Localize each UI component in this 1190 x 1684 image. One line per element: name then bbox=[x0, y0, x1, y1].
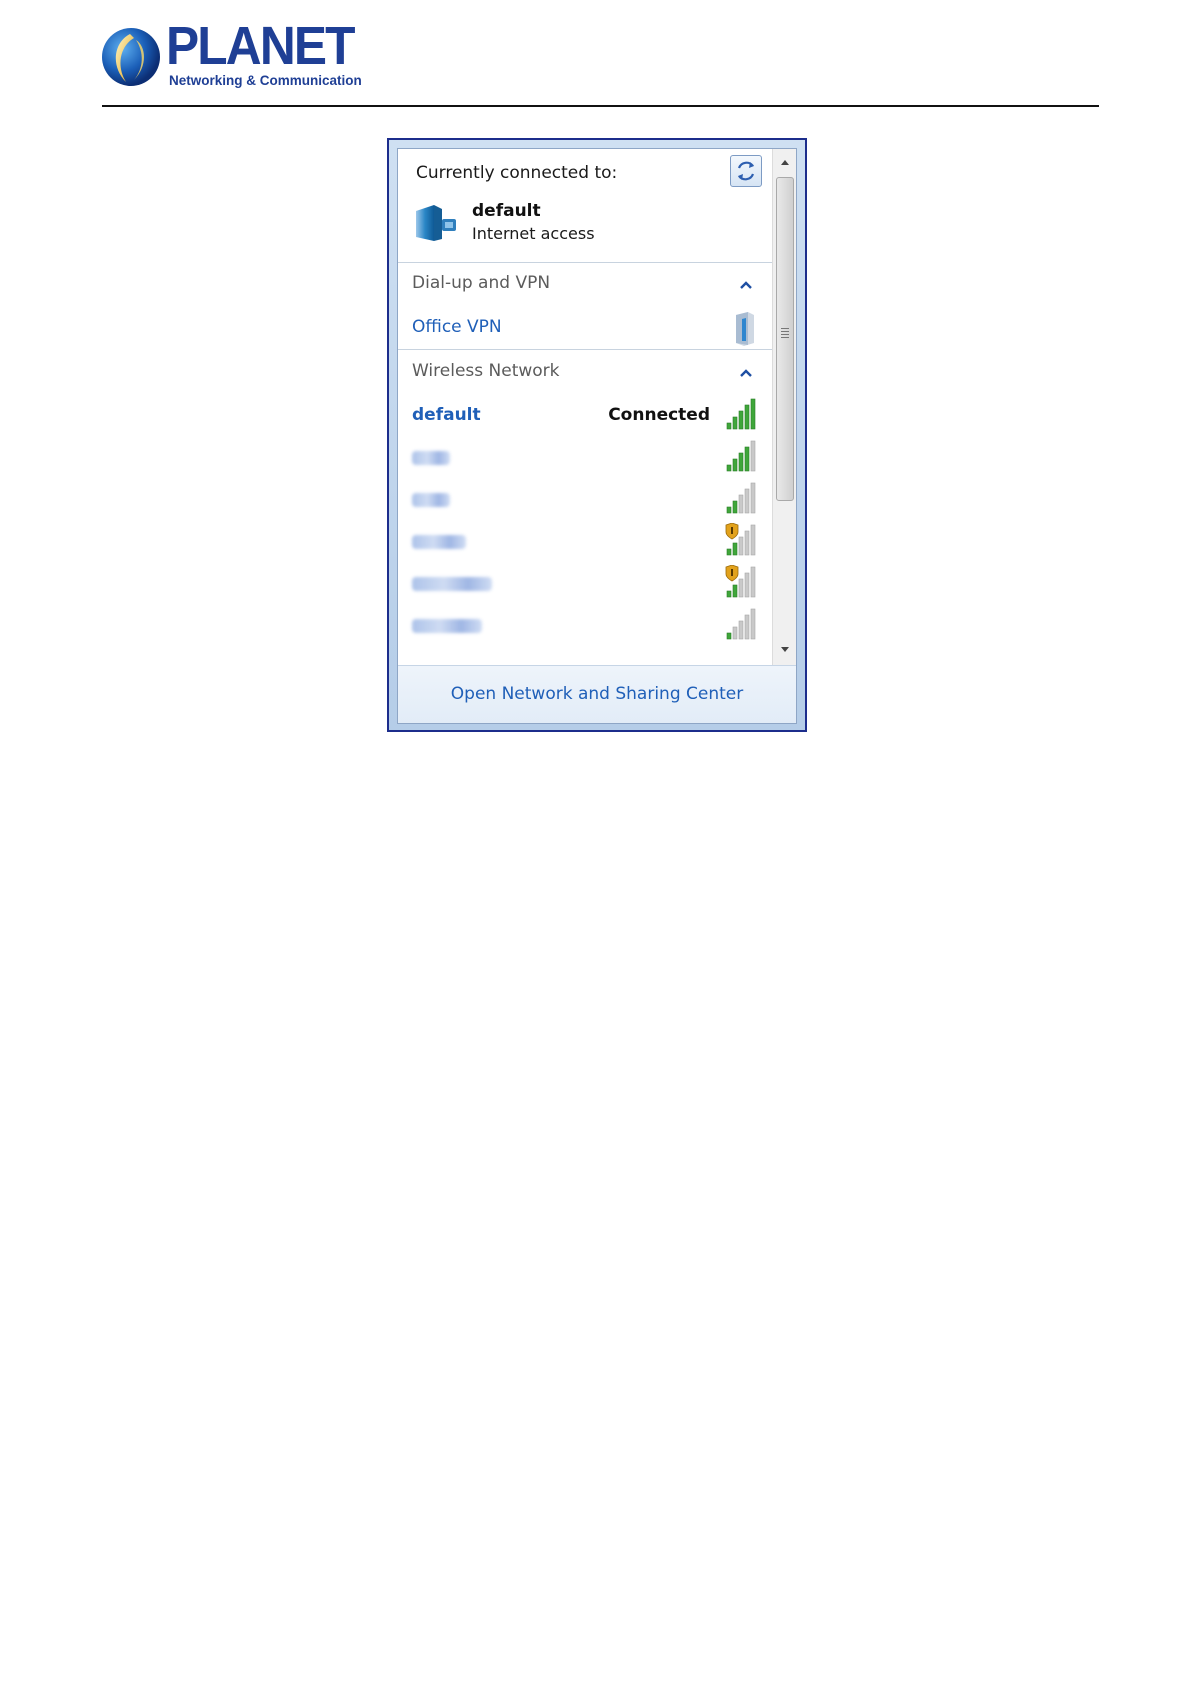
network-flyout-window: Currently connected to: default Internet… bbox=[387, 138, 807, 732]
signal-strength-icon bbox=[726, 440, 756, 472]
signal-bar bbox=[738, 494, 744, 514]
divider bbox=[398, 349, 772, 350]
signal-bar bbox=[744, 446, 750, 472]
signal-strength-icon bbox=[726, 608, 756, 640]
signal-bar bbox=[738, 452, 744, 472]
signal-bar bbox=[732, 584, 738, 598]
network-icon bbox=[416, 205, 456, 241]
currently-connected-label: Currently connected to: bbox=[416, 163, 618, 183]
dialup-section-header[interactable]: Dial-up and VPN bbox=[412, 273, 550, 293]
signal-bar bbox=[750, 524, 756, 556]
scroll-up-arrow-icon[interactable] bbox=[777, 155, 793, 171]
signal-bar bbox=[738, 410, 744, 430]
header-divider bbox=[102, 105, 1099, 107]
blurred-network-name bbox=[412, 493, 450, 507]
current-network-status: Internet access bbox=[472, 224, 595, 243]
signal-bar bbox=[732, 626, 738, 640]
wireless-network-item[interactable] bbox=[398, 563, 772, 603]
network-name: default bbox=[412, 405, 481, 425]
scroll-thumb[interactable] bbox=[776, 177, 794, 501]
signal-bar bbox=[750, 398, 756, 430]
blurred-network-name bbox=[412, 535, 466, 549]
shield-mark bbox=[731, 527, 733, 534]
signal-strength-icon bbox=[726, 398, 756, 430]
flyout-footer: Open Network and Sharing Center bbox=[398, 665, 796, 723]
divider bbox=[398, 262, 772, 263]
vpn-icon bbox=[736, 312, 754, 346]
chevron-up-icon[interactable] bbox=[738, 367, 754, 379]
signal-bar bbox=[726, 590, 732, 598]
signal-bar bbox=[726, 464, 732, 472]
signal-bar bbox=[744, 488, 750, 514]
wireless-network-item[interactable] bbox=[398, 479, 772, 519]
flyout-content: Currently connected to: default Internet… bbox=[397, 148, 797, 724]
wireless-network-item[interactable] bbox=[398, 521, 772, 561]
signal-bar bbox=[744, 404, 750, 430]
connection-status: Connected bbox=[608, 405, 710, 425]
vpn-name: Office VPN bbox=[412, 317, 502, 337]
list-item-office-vpn[interactable]: Office VPN bbox=[398, 309, 772, 349]
document-header: PLANET Networking & Communication bbox=[0, 0, 1190, 110]
scroll-down-arrow-icon[interactable] bbox=[777, 641, 793, 657]
signal-bar bbox=[726, 506, 732, 514]
signal-bar bbox=[750, 440, 756, 472]
secured-signal-icon bbox=[725, 565, 756, 598]
open-network-sharing-center-link[interactable]: Open Network and Sharing Center bbox=[398, 684, 796, 704]
blurred-network-name bbox=[412, 451, 450, 465]
signal-bar bbox=[750, 482, 756, 514]
blurred-network-name bbox=[412, 577, 492, 591]
signal-bar bbox=[744, 530, 750, 556]
refresh-icon bbox=[737, 161, 755, 181]
signal-strength-icon bbox=[726, 482, 756, 514]
signal-bar bbox=[738, 578, 744, 598]
logo-wordmark: PLANET bbox=[166, 16, 356, 76]
vertical-scrollbar[interactable] bbox=[772, 149, 796, 665]
scroll-grip bbox=[781, 328, 789, 338]
refresh-button[interactable] bbox=[730, 155, 762, 187]
secured-signal-icon bbox=[725, 523, 756, 556]
current-network-name: default bbox=[472, 201, 541, 221]
signal-bar bbox=[732, 542, 738, 556]
chevron-up-icon[interactable] bbox=[738, 279, 754, 291]
signal-bar bbox=[726, 632, 732, 640]
wireless-network-item[interactable] bbox=[398, 437, 772, 477]
wireless-section-header[interactable]: Wireless Network bbox=[412, 361, 560, 381]
shield-mark bbox=[731, 569, 733, 576]
signal-bar bbox=[726, 422, 732, 430]
signal-bar bbox=[750, 566, 756, 598]
signal-bar bbox=[732, 416, 738, 430]
wireless-network-item[interactable]: default Connected bbox=[398, 395, 772, 435]
blurred-network-name bbox=[412, 619, 482, 633]
signal-bar bbox=[744, 572, 750, 598]
signal-bar bbox=[750, 608, 756, 640]
wireless-network-item[interactable] bbox=[398, 605, 772, 645]
signal-bar bbox=[732, 458, 738, 472]
signal-bar bbox=[738, 620, 744, 640]
logo-tagline: Networking & Communication bbox=[169, 73, 362, 88]
network-list: Currently connected to: default Internet… bbox=[398, 149, 772, 665]
signal-bar bbox=[738, 536, 744, 556]
signal-bar bbox=[726, 548, 732, 556]
planet-globe-icon bbox=[102, 28, 160, 86]
signal-bar bbox=[732, 500, 738, 514]
signal-bar bbox=[744, 614, 750, 640]
